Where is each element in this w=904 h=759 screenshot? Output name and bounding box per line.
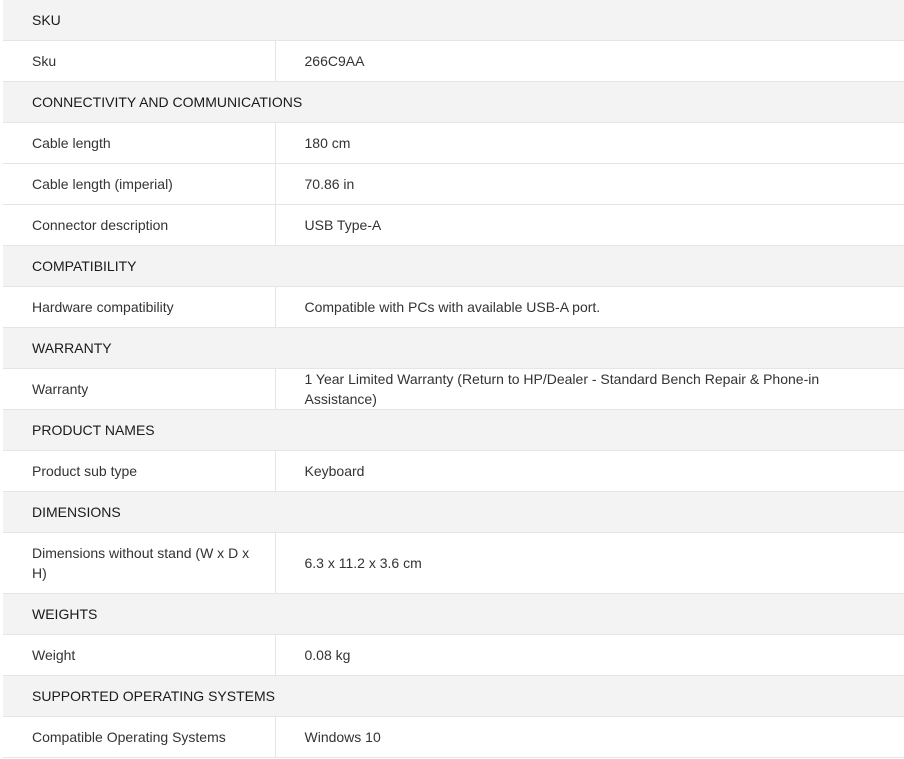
spec-value: 6.3 x 11.2 x 3.6 cm — [275, 532, 904, 594]
spec-row-sku: Sku 266C9AA — [3, 40, 904, 82]
spec-label: Dimensions without stand (W x D x H) — [3, 532, 276, 594]
section-title: WARRANTY — [3, 327, 904, 369]
spec-label: Hardware compatibility — [3, 286, 276, 328]
spec-value: 70.86 in — [275, 163, 904, 205]
spec-row-dimensions: Dimensions without stand (W x D x H) 6.3… — [3, 532, 904, 594]
spec-value: Keyboard — [275, 450, 904, 492]
section-header-product-names: PRODUCT NAMES — [3, 409, 904, 451]
spec-value: 266C9AA — [275, 40, 904, 82]
spec-label: Connector description — [3, 204, 276, 246]
section-header-weights: WEIGHTS — [3, 593, 904, 635]
section-header-sku: SKU — [3, 0, 904, 41]
section-title: DIMENSIONS — [3, 491, 904, 533]
spec-row-connector-description: Connector description USB Type-A — [3, 204, 904, 246]
spec-label: Compatible Operating Systems — [3, 716, 276, 758]
spec-label: Product sub type — [3, 450, 276, 492]
spec-value: 0.08 kg — [275, 634, 904, 676]
spec-row-cable-length-imperial: Cable length (imperial) 70.86 in — [3, 163, 904, 205]
spec-row-warranty: Warranty 1 Year Limited Warranty (Return… — [3, 368, 904, 410]
section-header-dimensions: DIMENSIONS — [3, 491, 904, 533]
section-header-compatibility: COMPATIBILITY — [3, 245, 904, 287]
spec-label: Sku — [3, 40, 276, 82]
section-title: CONNECTIVITY AND COMMUNICATIONS — [3, 81, 904, 123]
section-title: PRODUCT NAMES — [3, 409, 904, 451]
spec-table: SKU Sku 266C9AA CONNECTIVITY AND COMMUNI… — [3, 0, 904, 758]
spec-value: USB Type-A — [275, 204, 904, 246]
spec-row-weight: Weight 0.08 kg — [3, 634, 904, 676]
spec-row-product-sub-type: Product sub type Keyboard — [3, 450, 904, 492]
spec-label: Cable length (imperial) — [3, 163, 276, 205]
spec-row-compatible-os: Compatible Operating Systems Windows 10 — [3, 716, 904, 758]
section-title: SUPPORTED OPERATING SYSTEMS — [3, 675, 904, 717]
spec-label: Weight — [3, 634, 276, 676]
spec-label: Cable length — [3, 122, 276, 164]
section-title: COMPATIBILITY — [3, 245, 904, 287]
spec-value: Compatible with PCs with available USB-A… — [275, 286, 904, 328]
spec-row-cable-length: Cable length 180 cm — [3, 122, 904, 164]
section-header-supported-os: SUPPORTED OPERATING SYSTEMS — [3, 675, 904, 717]
spec-label: Warranty — [3, 368, 276, 410]
spec-value: 180 cm — [275, 122, 904, 164]
spec-value: 1 Year Limited Warranty (Return to HP/De… — [275, 368, 904, 410]
spec-value: Windows 10 — [275, 716, 904, 758]
spec-row-hardware-compatibility: Hardware compatibility Compatible with P… — [3, 286, 904, 328]
section-title: WEIGHTS — [3, 593, 904, 635]
section-title: SKU — [3, 0, 904, 41]
section-header-connectivity: CONNECTIVITY AND COMMUNICATIONS — [3, 81, 904, 123]
section-header-warranty: WARRANTY — [3, 327, 904, 369]
